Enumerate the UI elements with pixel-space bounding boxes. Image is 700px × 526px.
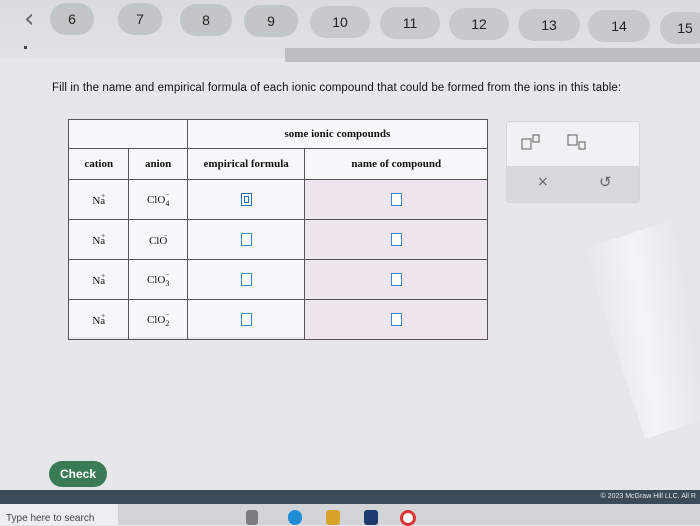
name-cell bbox=[304, 179, 488, 220]
anion-charge: − bbox=[165, 271, 170, 279]
table-corner bbox=[68, 119, 188, 149]
formula-cell bbox=[186, 259, 306, 300]
formula-answer-box[interactable] bbox=[240, 273, 252, 286]
formula-cell bbox=[186, 219, 306, 260]
anion-symbol: ClO bbox=[146, 194, 166, 206]
header-empirical-formula: empirical formula bbox=[186, 148, 306, 180]
question-number: 14 bbox=[611, 18, 627, 34]
subscript-box-icon[interactable] bbox=[567, 134, 589, 154]
question-number: 7 bbox=[136, 11, 144, 27]
table-row: Na+ ClO− bbox=[67, 219, 488, 260]
cation-charge: + bbox=[101, 312, 106, 320]
cation-charge: + bbox=[101, 192, 106, 200]
name-answer-box[interactable] bbox=[390, 193, 402, 206]
formula-answer-box[interactable] bbox=[240, 193, 252, 206]
question-12-button[interactable]: 12 bbox=[449, 8, 509, 40]
name-cell bbox=[304, 219, 488, 260]
cation-cell: Na+ bbox=[67, 219, 130, 260]
name-answer-box[interactable] bbox=[390, 233, 402, 246]
question-number: 9 bbox=[267, 13, 275, 29]
anion-charge: − bbox=[165, 311, 170, 319]
anion-cell: ClO− bbox=[128, 219, 188, 260]
question-13-button[interactable]: 13 bbox=[518, 9, 580, 41]
formula-cell bbox=[186, 299, 306, 340]
question-navigation: ‹ 6 7 8 9 10 11 12 13 14 15 bbox=[0, 0, 700, 62]
name-cell bbox=[304, 259, 488, 300]
anion-symbol: ClO bbox=[146, 274, 166, 286]
question-number: 15 bbox=[677, 20, 693, 36]
clear-icon[interactable]: × bbox=[537, 174, 549, 190]
question-14-button[interactable]: 14 bbox=[588, 10, 650, 42]
copyright-text: © 2023 McGraw Hill LLC. All R bbox=[600, 493, 696, 500]
cation-charge: + bbox=[101, 272, 106, 280]
question-10-button[interactable]: 10 bbox=[310, 6, 370, 38]
taskbar-search-input[interactable]: Type here to search bbox=[0, 504, 118, 525]
question-15-button[interactable]: 15 bbox=[660, 12, 700, 44]
anion-cell: ClO4− bbox=[128, 179, 188, 220]
question-prompt: Fill in the name and empirical formula o… bbox=[52, 82, 622, 94]
formula-cell bbox=[186, 179, 306, 220]
formula-answer-box[interactable] bbox=[240, 313, 252, 326]
header-anion: anion bbox=[128, 148, 188, 180]
superscript-box-icon[interactable] bbox=[521, 134, 543, 154]
chrome-icon[interactable] bbox=[400, 510, 416, 526]
question-number: 8 bbox=[202, 12, 210, 28]
table-row: Na+ ClO4− bbox=[67, 179, 488, 220]
question-number: 10 bbox=[332, 14, 348, 30]
header-compound-name: name of compound bbox=[304, 148, 488, 180]
anion-symbol: ClO bbox=[146, 314, 166, 326]
edge-browser-icon[interactable] bbox=[288, 510, 302, 525]
cation-charge: + bbox=[101, 232, 106, 240]
nav-dot bbox=[24, 46, 27, 49]
back-chevron-icon[interactable]: ‹ bbox=[24, 6, 44, 32]
compounds-table: some ionic compounds cation anion empiri… bbox=[67, 119, 489, 340]
name-answer-box[interactable] bbox=[390, 273, 402, 286]
footer-bar bbox=[0, 490, 700, 504]
question-11-button[interactable]: 11 bbox=[380, 7, 440, 39]
question-number: 11 bbox=[402, 15, 418, 31]
header-cation: cation bbox=[67, 148, 130, 180]
anion-cell: ClO3− bbox=[128, 259, 188, 300]
progress-divider bbox=[285, 48, 700, 62]
anion-charge: − bbox=[165, 191, 170, 199]
table-row: Na+ ClO3− bbox=[67, 259, 488, 300]
store-icon[interactable] bbox=[364, 510, 378, 525]
anion-subscript: 3 bbox=[165, 279, 170, 288]
screen-glare bbox=[583, 220, 700, 440]
question-number: 12 bbox=[471, 16, 487, 32]
name-answer-box[interactable] bbox=[390, 313, 402, 326]
cation-cell: Na+ bbox=[67, 179, 130, 220]
anion-cell: ClO2− bbox=[128, 299, 188, 340]
ionic-compounds-table: some ionic compounds cation anion empiri… bbox=[67, 119, 489, 340]
answer-palette: × ↺ bbox=[506, 121, 640, 203]
check-button[interactable]: Check bbox=[49, 461, 107, 487]
name-cell bbox=[304, 299, 488, 340]
question-6-button[interactable]: 6 bbox=[50, 3, 94, 35]
anion-subscript: 4 bbox=[165, 199, 170, 208]
question-7-button[interactable]: 7 bbox=[118, 3, 162, 35]
table-row: Na+ ClO2− bbox=[67, 299, 488, 340]
task-view-icon[interactable] bbox=[246, 510, 258, 525]
table-caption: some ionic compounds bbox=[186, 119, 489, 149]
undo-icon[interactable]: ↺ bbox=[599, 173, 612, 191]
file-explorer-icon[interactable] bbox=[326, 510, 340, 525]
question-9-button[interactable]: 9 bbox=[244, 5, 298, 37]
cation-cell: Na+ bbox=[67, 299, 130, 340]
question-number: 13 bbox=[541, 17, 557, 33]
question-number: 6 bbox=[68, 11, 76, 27]
palette-actions bbox=[507, 166, 639, 202]
question-8-button[interactable]: 8 bbox=[180, 4, 232, 36]
formula-answer-box[interactable] bbox=[240, 233, 252, 246]
cation-cell: Na+ bbox=[67, 259, 130, 300]
anion-charge: − bbox=[163, 232, 168, 240]
anion-subscript: 2 bbox=[165, 319, 170, 328]
